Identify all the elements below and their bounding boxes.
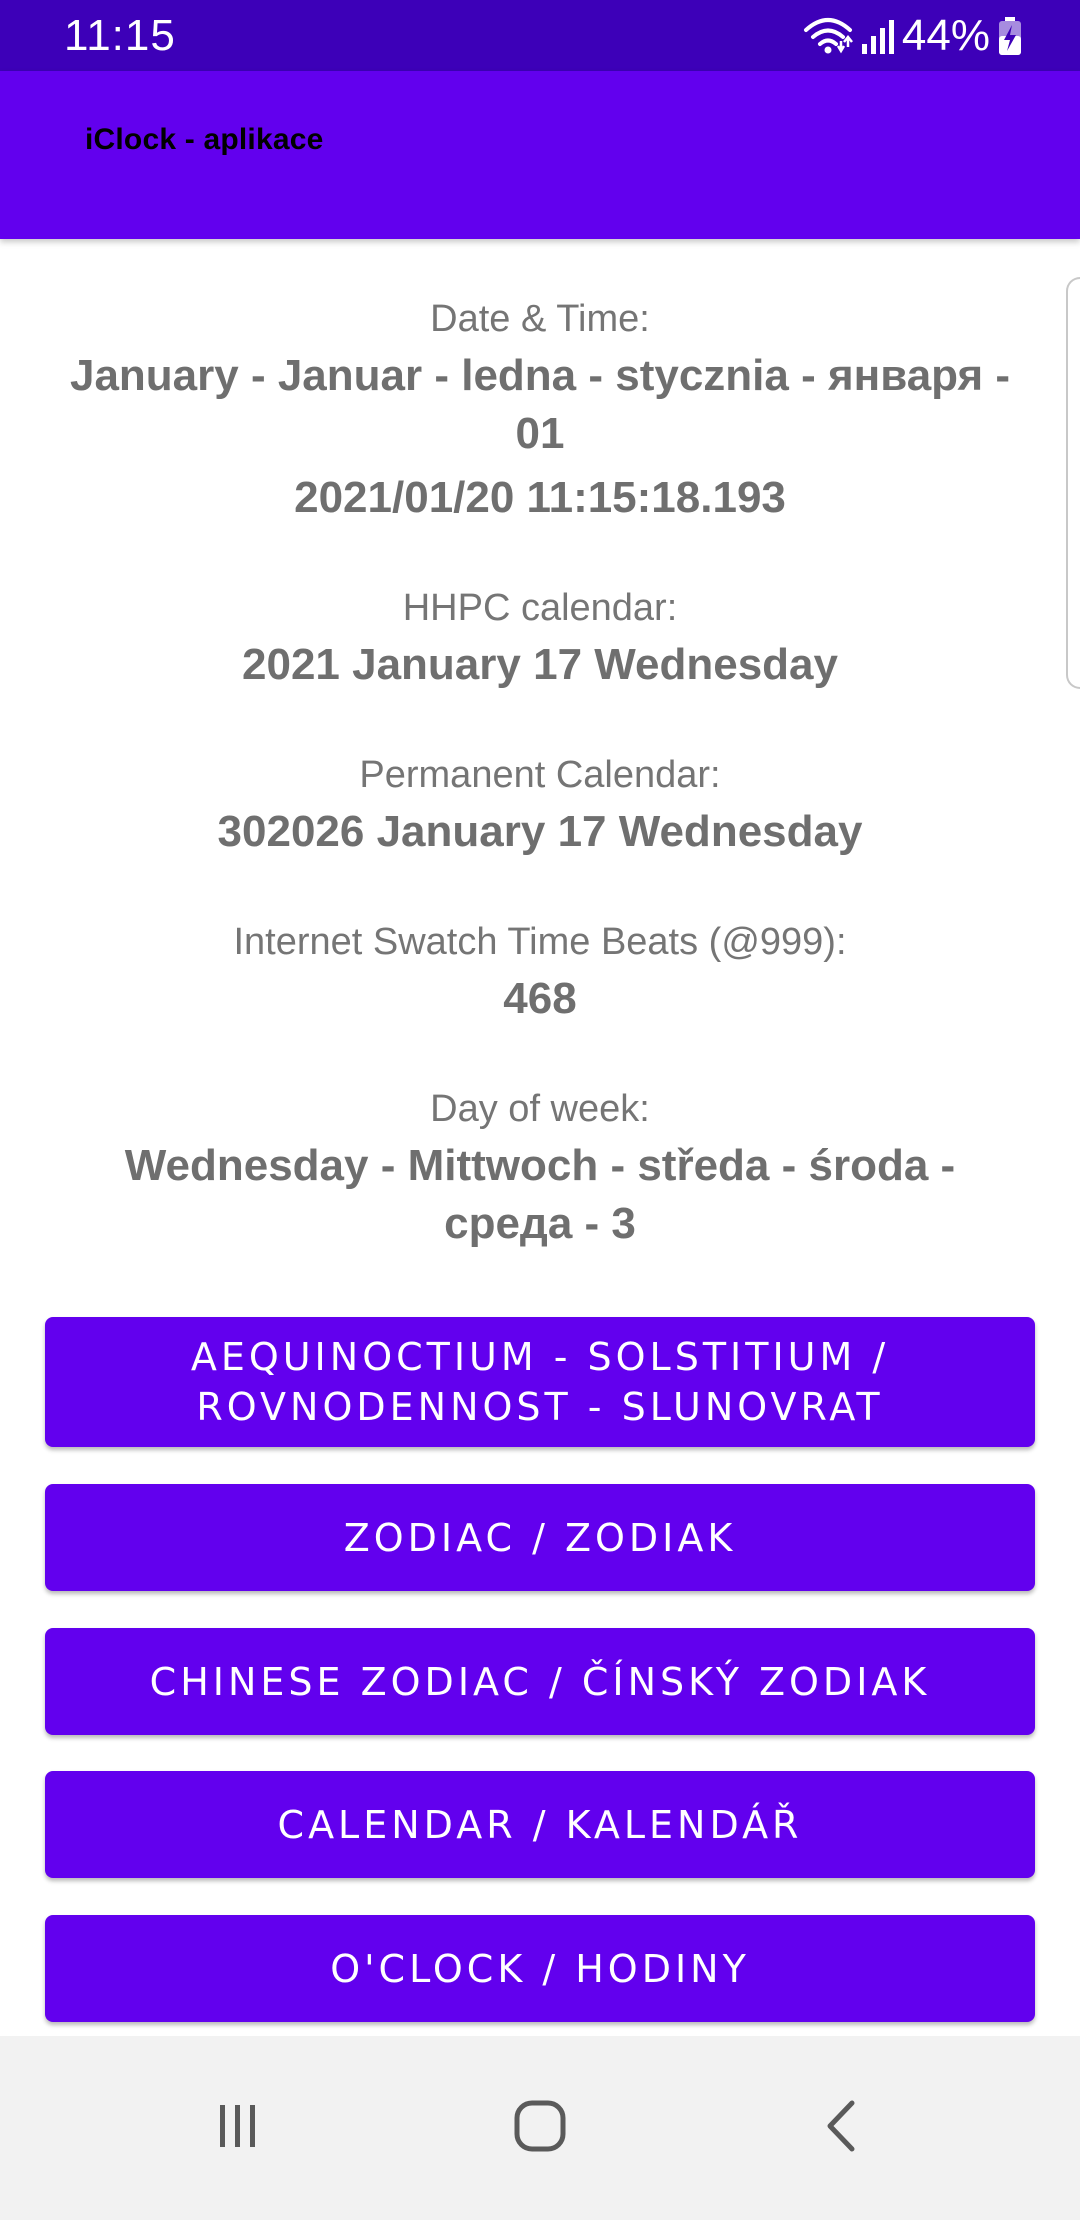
day-of-week-value: Wednesday - Mittwoch - středa - środa - … (124, 1141, 956, 1248)
main-content[interactable]: Date & Time: January - Januar - ledna - … (0, 239, 1080, 2036)
back-icon[interactable] (772, 2076, 912, 2176)
swatch-label: Internet Swatch Time Beats (@999): (233, 921, 847, 963)
status-icons: 44% (802, 9, 1022, 63)
swatch-section: Internet Swatch Time Beats (@999): 468 (40, 914, 1040, 1028)
permanent-calendar-label: Permanent Calendar: (359, 754, 721, 796)
hhpc-section: HHPC calendar: 2021 January 17 Wednesday (40, 580, 1040, 694)
status-time: 11:15 (64, 11, 176, 60)
calendar-button[interactable]: CALENDAR / KALENDÁŘ (45, 1771, 1035, 1878)
chinese-zodiac-button[interactable]: CHINESE ZODIAC / ČÍNSKÝ ZODIAK (45, 1628, 1035, 1735)
app-bar: iClock - aplikace (0, 71, 1080, 239)
hhpc-label: HHPC calendar: (402, 587, 678, 629)
recent-apps-icon[interactable] (168, 2076, 308, 2176)
date-time-month-names: January - Januar - ledna - stycznia - ян… (69, 351, 1011, 458)
oclock-button[interactable]: O'CLOCK / HODINY (45, 1915, 1035, 2022)
day-of-week-label: Day of week: (430, 1088, 650, 1130)
app-title: iClock - aplikace (85, 123, 324, 156)
swatch-value: 468 (503, 974, 577, 1023)
home-icon[interactable] (470, 2076, 610, 2176)
signal-icon (860, 16, 896, 56)
date-time-label: Date & Time: (430, 298, 650, 340)
zodiac-button[interactable]: ZODIAC / ZODIAK (45, 1484, 1035, 1591)
scroll-indicator (1066, 277, 1080, 689)
hhpc-value: 2021 January 17 Wednesday (242, 640, 838, 689)
day-of-week-section: Day of week: Wednesday - Mittwoch - stře… (80, 1081, 1000, 1253)
equinox-button[interactable]: AEQUINOCTIUM - SOLSTITIUM / ROVNODENNOST… (45, 1317, 1035, 1447)
status-bar: 11:15 44% (0, 0, 1080, 71)
navigation-bar (0, 2036, 1080, 2220)
date-time-section: Date & Time: January - Januar - ledna - … (40, 291, 1040, 527)
battery-charging-icon (998, 16, 1022, 56)
permanent-calendar-value: 302026 January 17 Wednesday (217, 807, 863, 856)
permanent-calendar-section: Permanent Calendar: 302026 January 17 We… (40, 747, 1040, 861)
battery-percent: 44% (901, 11, 990, 60)
date-time-value: 2021/01/20 11:15:18.193 (294, 473, 786, 522)
wifi-icon (802, 16, 854, 56)
